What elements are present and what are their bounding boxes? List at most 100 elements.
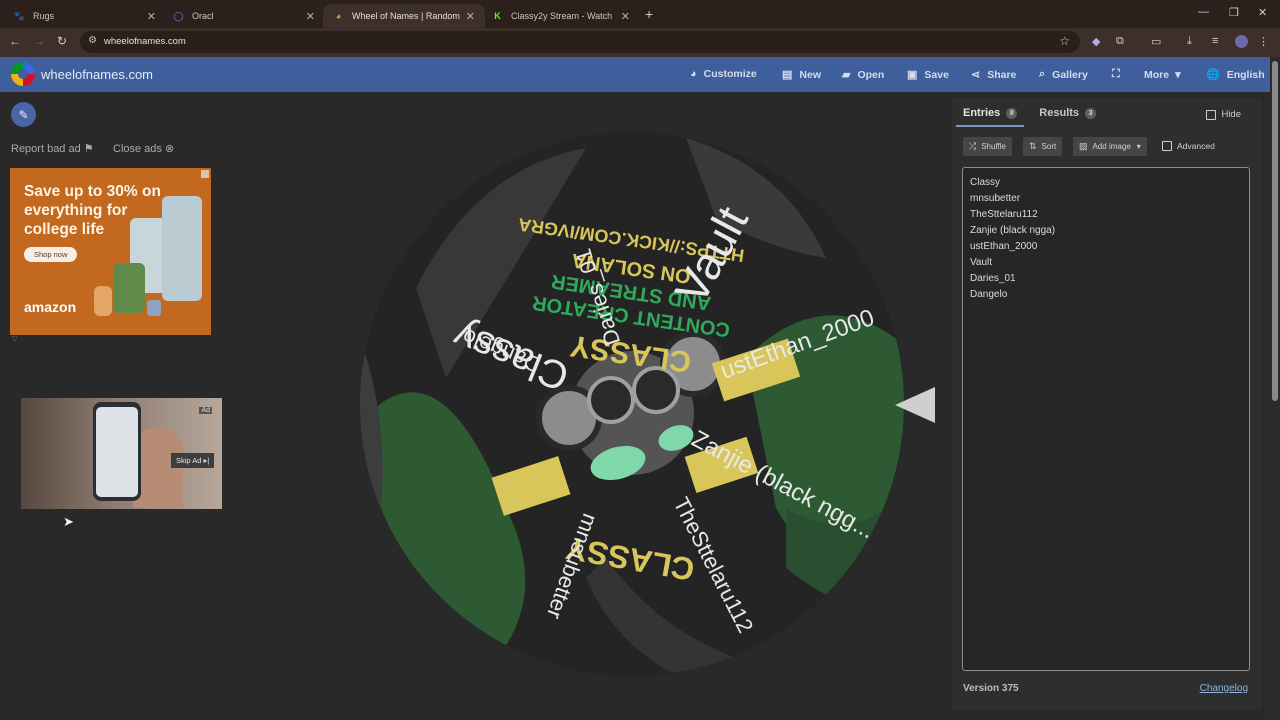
site-name[interactable]: wheelofnames.com bbox=[41, 67, 153, 82]
browser-tab-strip: 🐾 Rugs ✕ ◯ Oracl ✕ ◕ Wheel of Names | Ra… bbox=[0, 0, 1280, 28]
mouse-cursor-icon: ➤ bbox=[63, 514, 74, 529]
download-icon[interactable]: ⤓ bbox=[1187, 35, 1192, 48]
puzzle-icon[interactable]: ⧉ bbox=[1116, 35, 1124, 48]
browser-tab-rugs[interactable]: 🐾 Rugs ✕ bbox=[4, 4, 166, 28]
spin-wheel[interactable]: CLASSY CONTENT CREATOR AND STREAMER ON S… bbox=[356, 128, 908, 680]
changelog-link[interactable]: Changelog bbox=[1200, 683, 1248, 694]
back-icon[interactable]: ← bbox=[9, 34, 21, 48]
search-icon: ⌕ bbox=[1039, 68, 1046, 80]
version-label: Version 375 bbox=[963, 683, 1019, 694]
sort-button[interactable]: ⇅ Sort bbox=[1023, 137, 1063, 156]
amazon-logo: amazon bbox=[24, 299, 77, 315]
kick-icon: K bbox=[494, 11, 501, 21]
document-icon: ▤ bbox=[782, 69, 793, 81]
page-scrollbar[interactable] bbox=[1270, 57, 1280, 720]
entry-line: Daries_01 bbox=[970, 273, 1016, 284]
tab-results[interactable]: Results 3 bbox=[1039, 107, 1097, 119]
results-count-badge: 3 bbox=[1085, 107, 1097, 119]
fullscreen-icon: ⛶ bbox=[1112, 68, 1120, 80]
gallery-button[interactable]: ⌕ Gallery bbox=[1039, 68, 1088, 81]
tab-title: Rugs bbox=[33, 11, 55, 21]
close-icon[interactable]: ✕ bbox=[147, 10, 156, 23]
close-icon[interactable]: ✕ bbox=[306, 10, 315, 23]
entry-line: Dangelo bbox=[970, 289, 1008, 300]
url-text: wheelofnames.com bbox=[104, 36, 186, 47]
phone-screen bbox=[96, 407, 138, 497]
chevron-down-icon: ▾ bbox=[1136, 142, 1141, 151]
bottle-image bbox=[94, 286, 112, 316]
shop-now-button[interactable]: Shop now bbox=[24, 247, 78, 262]
profile-avatar[interactable] bbox=[1235, 35, 1248, 48]
active-tab-indicator bbox=[956, 125, 1024, 127]
new-button[interactable]: ▤ New bbox=[782, 68, 821, 82]
chevron-down-icon: ▾ bbox=[1175, 69, 1181, 81]
restore-icon[interactable]: ❐ bbox=[1229, 6, 1239, 19]
entries-textarea[interactable]: Classy mnsubetter TheSttelaru112 Zanjie … bbox=[962, 167, 1250, 671]
extension-icon[interactable]: ◆ bbox=[1092, 35, 1100, 48]
browser-tab-oracl[interactable]: ◯ Oracl ✕ bbox=[163, 4, 325, 28]
site-logo-icon[interactable] bbox=[11, 62, 35, 86]
hide-checkbox[interactable]: Hide bbox=[1206, 109, 1241, 120]
checkbox-icon bbox=[1162, 141, 1172, 151]
menu-kebab-icon[interactable]: ⋮ bbox=[1258, 35, 1269, 48]
language-button[interactable]: 🌐 English bbox=[1206, 68, 1265, 82]
add-image-button[interactable]: ▨ Add image ▾ bbox=[1073, 137, 1147, 156]
entry-line: Vault bbox=[970, 257, 993, 268]
tab-entries[interactable]: Entries 8 bbox=[963, 107, 1018, 119]
palette-icon: ◕ bbox=[690, 68, 697, 80]
close-icon[interactable]: ✕ bbox=[621, 10, 630, 23]
browser-tab-wheel-of-names[interactable]: ◕ Wheel of Names | Random nam ✕ bbox=[323, 4, 485, 28]
report-bad-ad-link[interactable]: Report bad ad ⚑ bbox=[11, 142, 94, 155]
globe-icon: ◯ bbox=[173, 10, 184, 21]
close-ads-link[interactable]: Close ads ⊗ bbox=[113, 142, 174, 155]
mascot-eye-left bbox=[587, 376, 635, 424]
close-icon[interactable]: ✕ bbox=[466, 10, 475, 23]
edit-pencil-button[interactable]: ✎ bbox=[11, 102, 36, 127]
entries-panel: Entries 8 Results 3 Hide ⤮ Shuffle ⇅ Sort ▨ A… bbox=[952, 98, 1262, 710]
forward-icon[interactable]: → bbox=[33, 34, 45, 48]
panel-tabs: Entries 8 Results 3 bbox=[963, 107, 1118, 119]
share-icon: ⋖ bbox=[971, 69, 981, 81]
flag-icon: ⚑ bbox=[83, 143, 94, 155]
fullscreen-button[interactable]: ⛶ bbox=[1112, 68, 1127, 81]
sidebar-icon[interactable]: ▭ bbox=[1151, 35, 1161, 48]
media-icon[interactable]: ≡ bbox=[1212, 35, 1218, 47]
scrollbar-thumb[interactable] bbox=[1272, 61, 1278, 401]
tab-title: Classy2y Stream - Watch Live o bbox=[511, 11, 615, 21]
entry-line: TheSttelaru112 bbox=[970, 209, 1038, 220]
address-bar[interactable]: ⚙ wheelofnames.com ☆ bbox=[80, 31, 1080, 53]
folder-icon: ▰ bbox=[842, 69, 851, 81]
browser-tab-stream[interactable]: K Classy2y Stream - Watch Live o ✕ bbox=[482, 4, 640, 28]
open-button[interactable]: ▰ Open bbox=[842, 68, 884, 82]
tote-bag-image bbox=[113, 263, 145, 313]
adchoices-icon[interactable] bbox=[201, 170, 209, 178]
share-button[interactable]: ⋖ Share bbox=[971, 68, 1016, 82]
new-tab-button[interactable]: + bbox=[645, 6, 653, 22]
mug-image bbox=[147, 300, 161, 316]
site-header: wheelofnames.com ◕ Customize ▤ New ▰ Open ▣… bbox=[0, 57, 1270, 92]
ad-label: Ad bbox=[199, 407, 212, 414]
wheel-pointer-icon bbox=[895, 387, 935, 423]
shuffle-button[interactable]: ⤮ Shuffle bbox=[963, 137, 1012, 156]
site-info-icon[interactable]: ⚙ bbox=[88, 35, 97, 46]
close-circle-icon: ⊗ bbox=[164, 143, 175, 155]
skip-ad-button[interactable]: Skip Ad ▸| bbox=[171, 453, 215, 468]
tab-title: Wheel of Names | Random nam bbox=[352, 11, 460, 21]
minimize-icon[interactable]: — bbox=[1198, 6, 1209, 18]
advanced-checkbox[interactable]: Advanced bbox=[1162, 141, 1215, 151]
save-button[interactable]: ▣ Save bbox=[907, 68, 949, 82]
more-button[interactable]: More ▾ bbox=[1144, 68, 1181, 82]
reload-icon[interactable]: ↻ bbox=[57, 34, 67, 48]
globe-icon: 🌐 bbox=[1206, 69, 1220, 81]
customize-button[interactable]: ◕ Customize bbox=[690, 68, 757, 80]
bookmark-star-icon[interactable]: ☆ bbox=[1059, 34, 1070, 48]
close-window-icon[interactable]: ✕ bbox=[1258, 6, 1267, 19]
floppy-icon: ▣ bbox=[907, 69, 918, 81]
browser-toolbar: ← → ↻ ⚙ wheelofnames.com ☆ ◆ ⧉ ▭ ⤓ ≡ ⋮ bbox=[0, 28, 1280, 57]
video-ad[interactable]: Ad Skip Ad ▸| bbox=[21, 398, 222, 509]
tab-title: Oracl bbox=[192, 11, 214, 21]
entry-line: mnsubetter bbox=[970, 193, 1021, 204]
amazon-ad-banner[interactable]: Save up to 30% on everything for college… bbox=[10, 168, 211, 335]
wheel-icon: ◕ bbox=[335, 11, 342, 21]
backpack-image bbox=[162, 196, 202, 301]
